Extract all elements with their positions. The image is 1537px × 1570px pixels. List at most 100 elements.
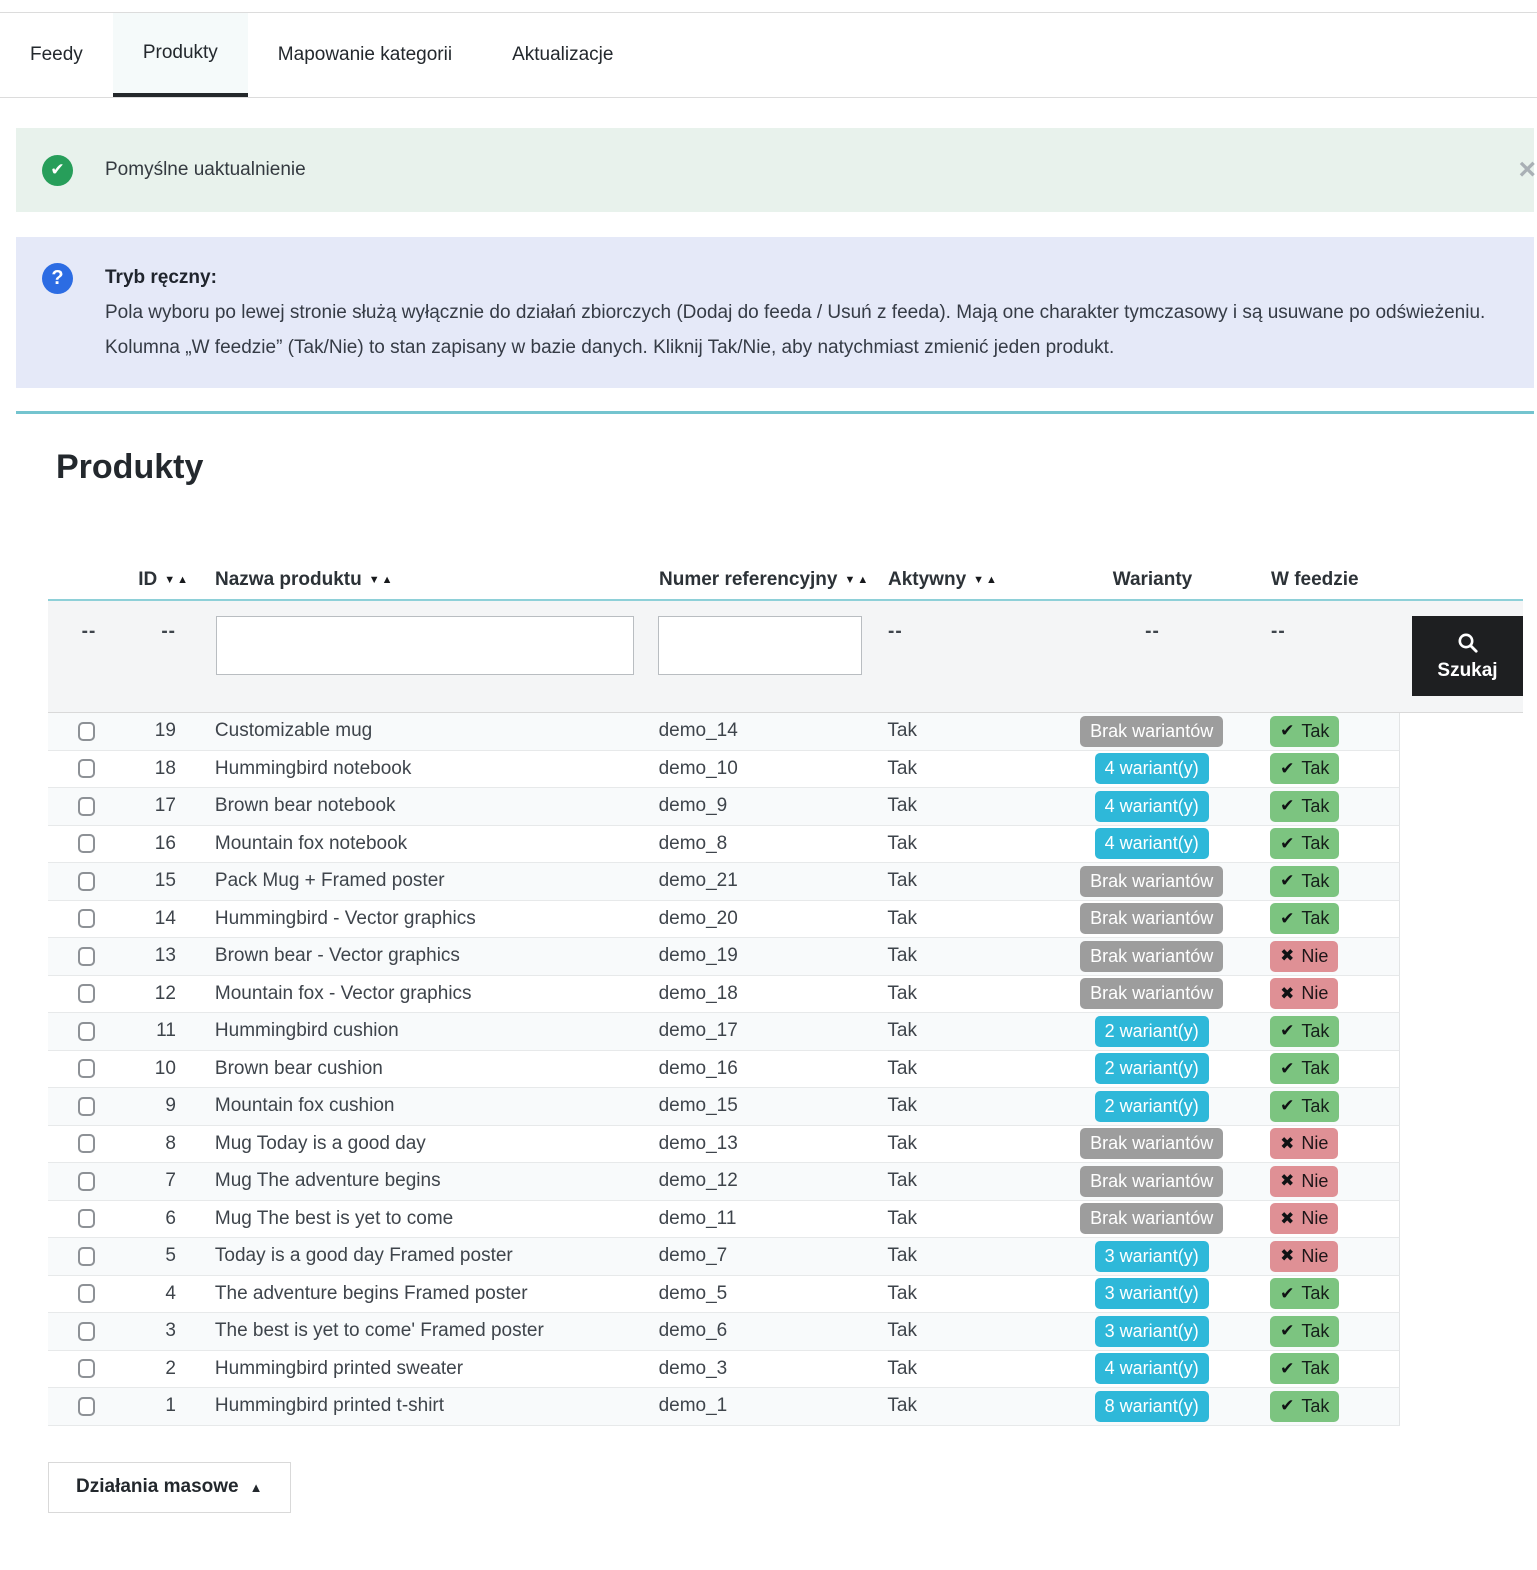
row-checkbox[interactable] (78, 871, 95, 891)
table-row: 4 The adventure begins Framed poster demo_… (48, 1275, 1400, 1313)
feed-toggle[interactable]: ✖ Nie (1270, 1165, 1339, 1197)
product-reference: demo_7 (658, 1245, 728, 1267)
row-checkbox[interactable] (78, 1171, 95, 1191)
caret-up-icon: ▲ (249, 1479, 263, 1495)
feed-toggle[interactable]: ✔ Tak (1270, 790, 1340, 822)
info-line-2: Kolumna „W feedzie” (Tak/Nie) to stan za… (105, 337, 1115, 358)
help-icon: ? (42, 263, 73, 294)
row-checkbox[interactable] (78, 834, 95, 854)
product-name: Mug The best is yet to come (214, 1207, 454, 1229)
row-checkbox[interactable] (78, 796, 95, 816)
sort-icons[interactable]: ▼▲ (844, 574, 870, 586)
close-icon[interactable]: × (1518, 155, 1536, 185)
product-name: Today is a good day Framed poster (214, 1245, 513, 1267)
product-reference: demo_10 (658, 757, 738, 779)
row-checkbox[interactable] (78, 1359, 95, 1379)
row-checkbox[interactable] (78, 1021, 95, 1041)
bulk-actions-button[interactable]: Działania masowe ▲ (48, 1461, 291, 1513)
feed-toggle[interactable]: ✔ Tak (1270, 1053, 1340, 1085)
table-row: 6 Mug The best is yet to come demo_11 Tak Br… (48, 1200, 1400, 1238)
feed-toggle[interactable]: ✔ Tak (1270, 1353, 1340, 1385)
row-checkbox[interactable] (78, 721, 95, 741)
check-icon: ✔ (1280, 796, 1295, 816)
product-id: 19 (154, 720, 176, 742)
row-checkbox[interactable] (78, 909, 95, 929)
sort-icons[interactable]: ▼▲ (369, 574, 395, 586)
tab-produkty[interactable]: Produkty (112, 13, 248, 97)
feed-toggle[interactable]: ✔ Tak (1270, 1390, 1340, 1422)
table-row: 8 Mug Today is a good day demo_13 Tak Brak w… (48, 1125, 1400, 1163)
variants-badge: 2 wariant(y) (1094, 1053, 1209, 1085)
feed-toggle[interactable]: ✔ Tak (1270, 1278, 1340, 1310)
feed-toggle[interactable]: ✖ Nie (1270, 978, 1339, 1010)
sort-icons[interactable]: ▼▲ (164, 574, 190, 586)
tab-aktualizacje[interactable]: Aktualizacje (482, 13, 643, 97)
feed-toggle[interactable]: ✔ Tak (1270, 1090, 1340, 1122)
column-header-active[interactable]: Aktywny ▼▲ (880, 569, 1040, 591)
product-id: 11 (156, 1020, 176, 1042)
search-button[interactable]: Szukaj (1412, 616, 1523, 696)
column-header-id[interactable]: ID ▼▲ (130, 569, 200, 591)
table-row: 13 Brown bear - Vector graphics demo_19 Tak… (48, 938, 1400, 976)
search-button-label: Szukaj (1437, 659, 1498, 681)
product-id: 3 (165, 1320, 176, 1342)
product-active: Tak (887, 945, 917, 967)
row-checkbox[interactable] (78, 1246, 95, 1266)
row-checkbox[interactable] (78, 1096, 95, 1116)
product-id: 6 (165, 1207, 176, 1229)
product-id: 10 (154, 1057, 176, 1079)
row-checkbox[interactable] (78, 759, 95, 779)
product-id: 15 (154, 870, 176, 892)
product-active: Tak (887, 1207, 917, 1229)
feed-toggle[interactable]: ✔ Tak (1270, 715, 1340, 747)
product-active: Tak (887, 832, 917, 854)
product-id: 16 (154, 832, 176, 854)
check-icon: ✔ (1280, 1396, 1295, 1416)
product-name: Mountain fox notebook (214, 832, 408, 854)
feed-toggle[interactable]: ✖ Nie (1270, 1203, 1339, 1235)
row-checkbox[interactable] (78, 1059, 95, 1079)
feed-toggle[interactable]: ✔ Tak (1270, 1015, 1340, 1047)
success-alert: ✔ Pomyślne uaktualnienie × (16, 128, 1536, 212)
reference-filter-input[interactable] (658, 616, 862, 675)
product-id: 7 (165, 1170, 176, 1192)
column-header-reference[interactable]: Numer referencyjny ▼▲ (650, 569, 880, 591)
row-checkbox[interactable] (78, 1396, 95, 1416)
tab-feedy[interactable]: Feedy (0, 13, 113, 97)
feed-toggle[interactable]: ✔ Tak (1270, 903, 1340, 935)
row-checkbox[interactable] (78, 1284, 95, 1304)
row-checkbox[interactable] (78, 1209, 95, 1229)
product-reference: demo_5 (658, 1282, 728, 1304)
tab-mapowanie-kategorii[interactable]: Mapowanie kategorii (248, 13, 482, 97)
sort-icons[interactable]: ▼▲ (973, 574, 999, 586)
product-id: 12 (154, 982, 176, 1004)
filter-dash: -- (1145, 621, 1160, 642)
feed-toggle[interactable]: ✔ Tak (1270, 753, 1340, 785)
product-name-filter-input[interactable] (216, 616, 634, 675)
row-checkbox[interactable] (78, 1321, 95, 1341)
variants-badge: Brak wariantów (1080, 1203, 1224, 1235)
check-icon: ✔ (1280, 1283, 1295, 1303)
check-icon: ✔ (1280, 833, 1295, 853)
feed-toggle[interactable]: ✖ Nie (1270, 1128, 1339, 1160)
check-icon: ✔ (1280, 758, 1295, 778)
product-active: Tak (887, 795, 917, 817)
feed-toggle[interactable]: ✖ Nie (1270, 940, 1339, 972)
variants-badge: Brak wariantów (1080, 715, 1224, 747)
cross-icon: ✖ (1280, 1133, 1295, 1153)
row-checkbox[interactable] (78, 946, 95, 966)
feed-toggle[interactable]: ✖ Nie (1270, 1240, 1339, 1272)
filter-dash: -- (81, 621, 97, 642)
product-reference: demo_15 (658, 1095, 738, 1117)
variants-badge: 3 wariant(y) (1094, 1240, 1209, 1272)
table-header-row: ID ▼▲ Nazwa produktu ▼▲ Numer referencyj… (48, 561, 1534, 599)
product-reference: demo_20 (658, 907, 738, 929)
row-checkbox[interactable] (78, 1134, 95, 1154)
table-row: 1 Hummingbird printed t-shirt demo_1 Tak 8 w… (48, 1388, 1400, 1426)
feed-toggle[interactable]: ✔ Tak (1270, 1315, 1340, 1347)
row-checkbox[interactable] (78, 984, 95, 1004)
cross-icon: ✖ (1280, 1171, 1295, 1191)
column-header-name[interactable]: Nazwa produktu ▼▲ (200, 569, 650, 591)
feed-toggle[interactable]: ✔ Tak (1270, 865, 1340, 897)
feed-toggle[interactable]: ✔ Tak (1270, 828, 1340, 860)
